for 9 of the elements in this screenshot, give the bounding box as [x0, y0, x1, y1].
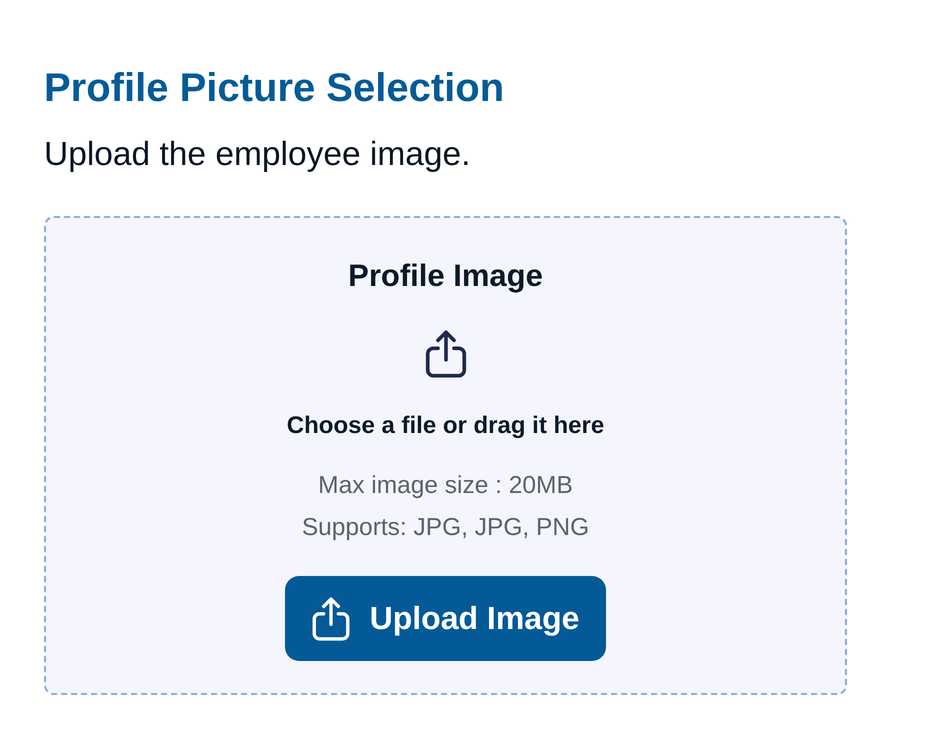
upload-dropzone[interactable]: Profile Image Choose a file or drag it here Max image size : 20MB Supports: JPG, JPG, PNG Upload Image [44, 216, 847, 695]
upload-button[interactable]: Upload Image [285, 576, 606, 661]
upload-section-title: Profile Image [348, 257, 543, 295]
upload-note: Supports: JPG, JPG, PNG [302, 513, 590, 543]
page-subtitle: Upload the employee image. [44, 135, 470, 175]
upload-prompt: Choose a file or drag it here [286, 411, 604, 441]
upload-note: Max image size : 20MB [318, 471, 573, 501]
page-title: Profile Picture Selection [44, 65, 504, 112]
upload-icon [312, 596, 350, 640]
